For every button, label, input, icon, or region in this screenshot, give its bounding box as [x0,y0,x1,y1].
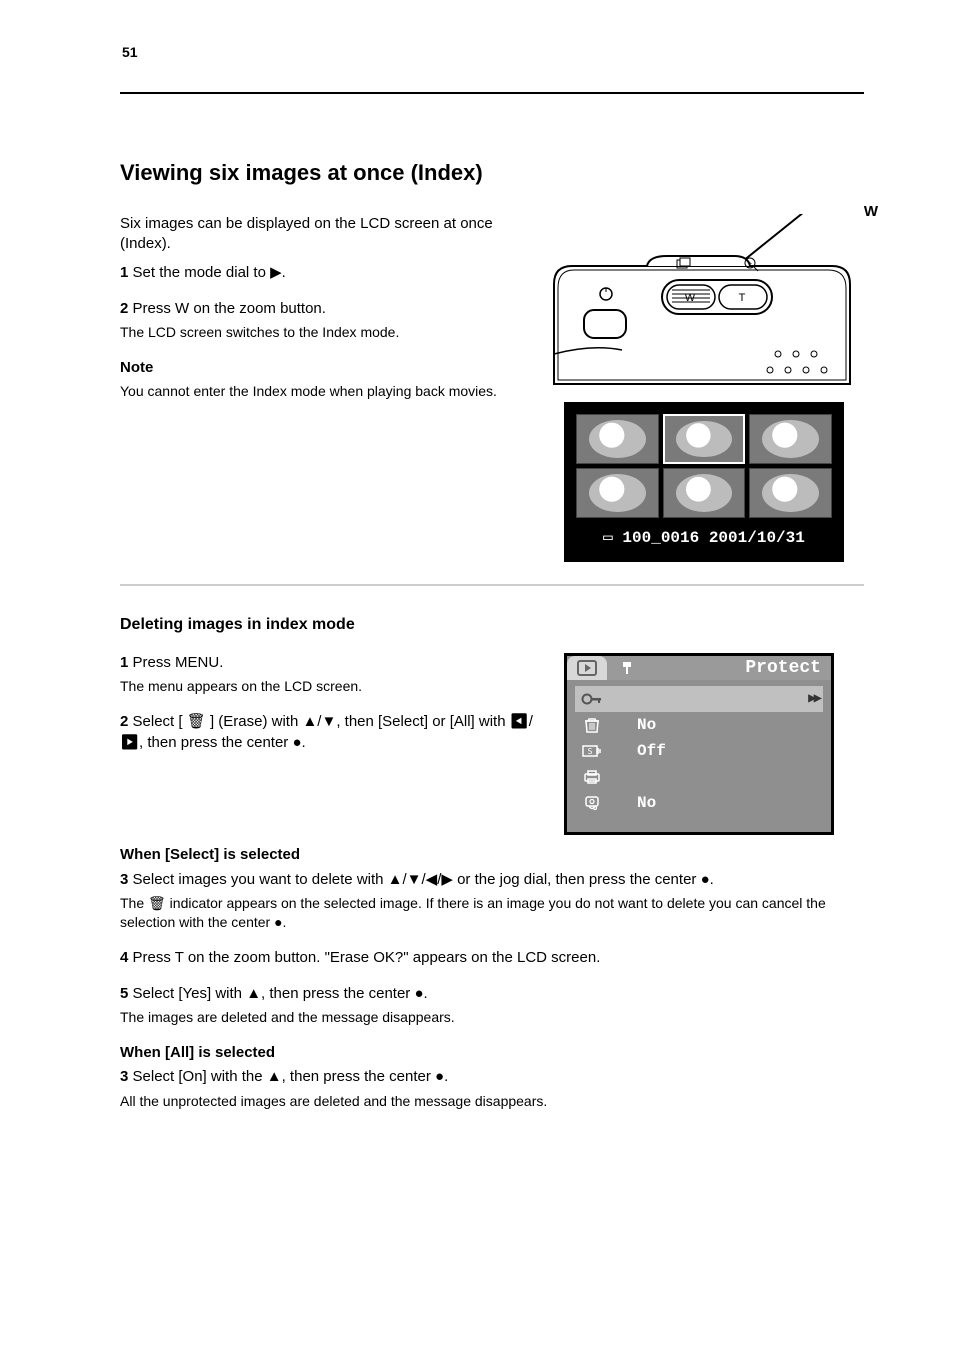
step-text: Select [On] with the ▲, then press the c… [133,1068,449,1085]
step-2: 2 Press W on the zoom button. The LCD sc… [120,299,540,342]
page-number: 51 [122,44,138,60]
step-number: 4 [120,949,128,966]
step-all-3: 3 Select [On] with the ▲, then press the… [120,1067,864,1110]
step-text: Set the mode dial to ▶. [133,264,286,281]
divider-top [120,92,864,94]
zoom-w-label: W [862,202,880,222]
index-footer: ▭ 100_0016 2001/10/31 [576,528,832,550]
step-number: 5 [120,985,128,1002]
step-subtext: The LCD screen switches to the Index mod… [120,323,540,342]
thumb-5 [663,468,746,518]
when-all-heading: When [All] is selected [120,1043,864,1063]
step-text: Select images you want to delete with ▲/… [133,871,714,888]
thumb-2-selected [663,414,746,464]
svg-text:T: T [739,292,746,304]
step-select-3: 3 Select images you want to delete with … [120,870,864,932]
folder-file-id: 100_0016 [622,529,699,547]
subsection-heading: Deleting images in index mode [120,614,864,636]
step-select-5: 5 Select [Yes] with ▲, then press the ce… [120,984,864,1027]
step-text: Press T on the zoom button. "Erase OK?" … [133,949,601,966]
setup-tab [607,656,647,680]
section-heading: Viewing six images at once (Index) [120,160,864,186]
camera-illustration: W W [564,214,854,384]
intro-text: Six images can be displayed on the LCD s… [120,214,540,255]
step-number: 2 [120,713,128,730]
index-screen-figure: 10/15 ▭ 100_0016 2001/10/31 [564,402,844,562]
menu-body: ▶▶ No S Off [567,680,831,832]
card-icon: ▭ [603,529,613,547]
divider-mid [120,584,864,586]
step-text: Select [Yes] with ▲, then press the cent… [133,985,428,1002]
menu-row-dpof: No [575,790,823,816]
thumb-1 [576,414,659,464]
step-text-part1: Select [ [133,713,183,730]
step-text: Press MENU. [133,654,224,671]
capture-date: 2001/10/31 [709,529,805,547]
thumb-4 [576,468,659,518]
note-body: You cannot enter the Index mode when pla… [120,382,540,401]
step-subtext: All the unprotected images are deleted a… [120,1092,864,1111]
dpof-icon [575,794,609,812]
step-text: Press W on the zoom button. [133,300,326,317]
menu-row-erase: No [575,712,823,738]
play-tab [567,656,607,680]
menu-tabs: Protect [567,656,831,680]
step-subtext: The menu appears on the LCD screen. [120,677,540,696]
step-number: 3 [120,871,128,888]
step-1: 1 Set the mode dial to ▶. [120,263,540,283]
playback-menu-figure: Protect ▶▶ No [564,653,834,835]
svg-text:S: S [588,747,593,756]
menu-row-slideshow: S Off [575,738,823,764]
w-key-letter: W [685,292,696,304]
step-number: 1 [120,264,128,281]
menu-value: Off [637,741,666,763]
menu-title: Protect [745,656,831,680]
when-select-heading: When [Select] is selected [120,845,864,865]
step-number: 1 [120,654,128,671]
thumb-6 [749,468,832,518]
step-number: 3 [120,1068,128,1085]
svg-text:+: + [748,261,752,268]
thumbnail-grid [576,414,832,518]
step-subtext: The images are deleted and the message d… [120,1008,864,1027]
slideshow-icon: S [575,743,609,759]
menu-value: No [637,715,656,737]
menu-row-print [575,764,823,790]
trash-icon [575,716,609,734]
trash-icon: 🗑 [187,713,206,730]
key-icon [575,692,609,706]
note-heading: Note [120,358,540,378]
menu-row-protect: ▶▶ [575,686,823,712]
step-b1: 1 Press MENU. The menu appears on the LC… [120,653,540,696]
menu-value: No [637,793,656,815]
step-select-4: 4 Press T on the zoom button. "Erase OK?… [120,948,864,968]
submenu-arrow-icon: ▶▶ [808,690,823,709]
step-subtext: The 🗑 indicator appears on the selected … [120,894,864,932]
camera-svg: W T + [552,214,852,394]
thumb-3 [749,414,832,464]
step-b2: 2 Select [ 🗑 ] (Erase) with ▲/▼, then [S… [120,712,540,753]
step-number: 2 [120,300,128,317]
print-icon [575,769,609,785]
